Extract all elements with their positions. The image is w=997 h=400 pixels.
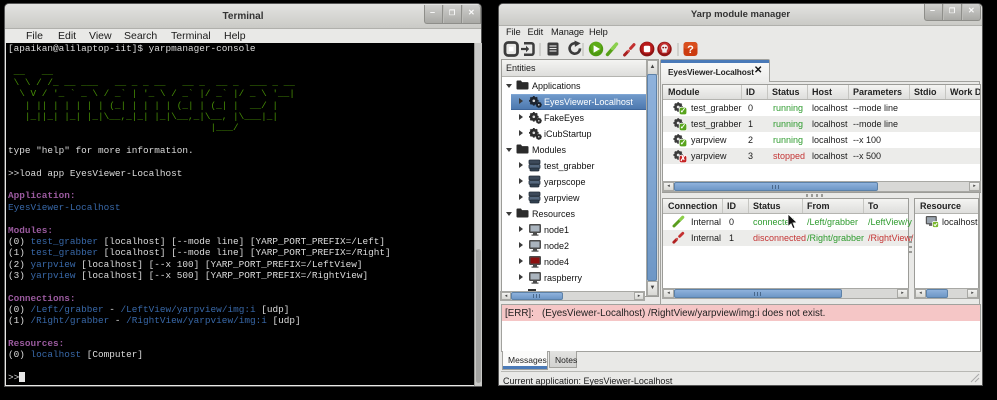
svg-text:?: ? [687, 44, 694, 56]
svg-text:✓: ✓ [680, 138, 686, 147]
svg-text:✗: ✗ [680, 154, 686, 163]
svg-text:✓: ✓ [680, 106, 686, 115]
svg-text:✓: ✓ [680, 122, 686, 131]
